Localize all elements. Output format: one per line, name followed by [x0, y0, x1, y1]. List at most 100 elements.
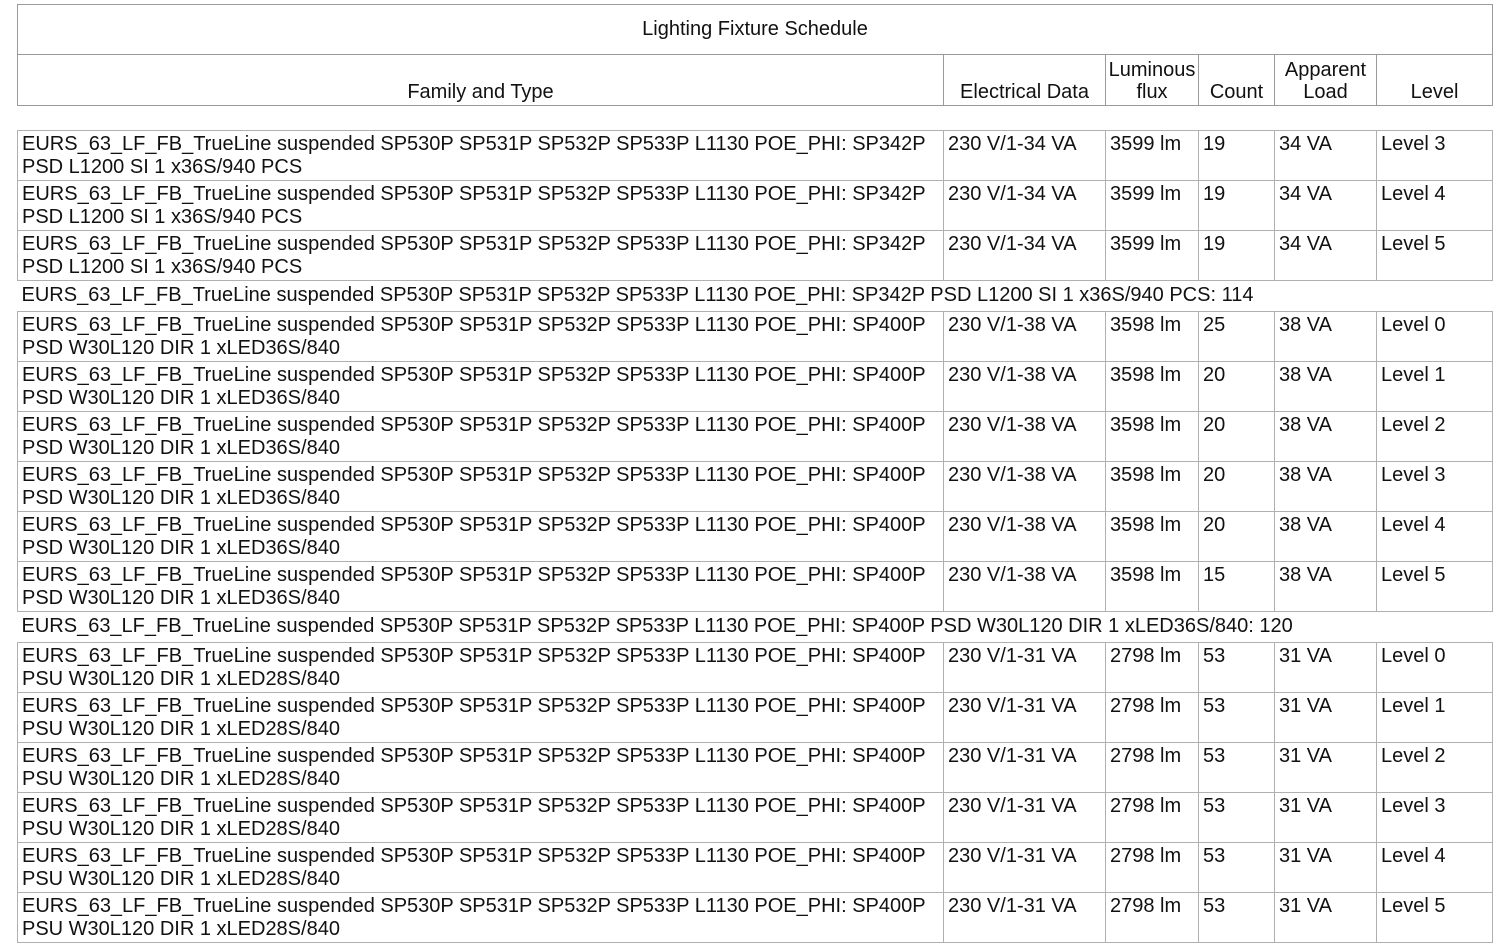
- cell-electrical-data: 230 V/1-34 VA: [943, 230, 1106, 281]
- cell-apparent-load: 31 VA: [1274, 892, 1377, 943]
- cell-luminous-flux: 2798 lm: [1105, 742, 1199, 793]
- table-row: EURS_63_LF_FB_TrueLine suspended SP530P …: [17, 511, 1493, 562]
- cell-family-and-type: EURS_63_LF_FB_TrueLine suspended SP530P …: [17, 230, 944, 281]
- column-header-family: Family and Type: [17, 54, 944, 106]
- cell-luminous-flux: 2798 lm: [1105, 642, 1199, 693]
- cell-luminous-flux: 3598 lm: [1105, 361, 1199, 412]
- cell-electrical-data: 230 V/1-31 VA: [943, 642, 1106, 693]
- cell-family-and-type: EURS_63_LF_FB_TrueLine suspended SP530P …: [17, 742, 944, 793]
- cell-level: Level 4: [1376, 180, 1493, 231]
- table-row: EURS_63_LF_FB_TrueLine suspended SP530P …: [17, 411, 1493, 462]
- column-header-load: Apparent Load: [1274, 54, 1377, 106]
- schedule-header: Lighting Fixture Schedule Family and Typ…: [16, 4, 1494, 106]
- cell-apparent-load: 31 VA: [1274, 842, 1377, 893]
- group-subtotal-row: EURS_63_LF_FB_TrueLine suspended SP530P …: [17, 611, 1493, 643]
- cell-count: 53: [1198, 692, 1275, 743]
- cell-luminous-flux: 2798 lm: [1105, 842, 1199, 893]
- table-row: EURS_63_LF_FB_TrueLine suspended SP530P …: [17, 130, 1493, 181]
- table-row: EURS_63_LF_FB_TrueLine suspended SP530P …: [17, 842, 1493, 893]
- cell-count: 19: [1198, 180, 1275, 231]
- cell-family-and-type: EURS_63_LF_FB_TrueLine suspended SP530P …: [17, 842, 944, 893]
- cell-apparent-load: 31 VA: [1274, 642, 1377, 693]
- cell-count: 53: [1198, 842, 1275, 893]
- cell-count: 53: [1198, 792, 1275, 843]
- table-row: EURS_63_LF_FB_TrueLine suspended SP530P …: [17, 792, 1493, 843]
- cell-apparent-load: 38 VA: [1274, 411, 1377, 462]
- cell-family-and-type: EURS_63_LF_FB_TrueLine suspended SP530P …: [17, 311, 944, 362]
- cell-count: 19: [1198, 130, 1275, 181]
- cell-family-and-type: EURS_63_LF_FB_TrueLine suspended SP530P …: [17, 642, 944, 693]
- cell-luminous-flux: 3599 lm: [1105, 130, 1199, 181]
- cell-level: Level 1: [1376, 692, 1493, 743]
- cell-electrical-data: 230 V/1-31 VA: [943, 742, 1106, 793]
- cell-count: 20: [1198, 461, 1275, 512]
- cell-family-and-type: EURS_63_LF_FB_TrueLine suspended SP530P …: [17, 792, 944, 843]
- cell-count: 15: [1198, 561, 1275, 612]
- schedule-body: EURS_63_LF_FB_TrueLine suspended SP530P …: [17, 130, 1493, 943]
- cell-luminous-flux: 3598 lm: [1105, 561, 1199, 612]
- cell-electrical-data: 230 V/1-38 VA: [943, 511, 1106, 562]
- cell-count: 53: [1198, 892, 1275, 943]
- cell-count: 20: [1198, 511, 1275, 562]
- cell-apparent-load: 34 VA: [1274, 230, 1377, 281]
- cell-apparent-load: 38 VA: [1274, 561, 1377, 612]
- cell-family-and-type: EURS_63_LF_FB_TrueLine suspended SP530P …: [17, 461, 944, 512]
- cell-electrical-data: 230 V/1-38 VA: [943, 561, 1106, 612]
- table-row: EURS_63_LF_FB_TrueLine suspended SP530P …: [17, 361, 1493, 412]
- cell-luminous-flux: 3598 lm: [1105, 411, 1199, 462]
- cell-family-and-type: EURS_63_LF_FB_TrueLine suspended SP530P …: [17, 361, 944, 412]
- cell-electrical-data: 230 V/1-31 VA: [943, 892, 1106, 943]
- cell-electrical-data: 230 V/1-31 VA: [943, 842, 1106, 893]
- cell-family-and-type: EURS_63_LF_FB_TrueLine suspended SP530P …: [17, 511, 944, 562]
- cell-luminous-flux: 3598 lm: [1105, 461, 1199, 512]
- cell-apparent-load: 31 VA: [1274, 742, 1377, 793]
- cell-level: Level 0: [1376, 642, 1493, 693]
- cell-level: Level 5: [1376, 230, 1493, 281]
- cell-apparent-load: 38 VA: [1274, 511, 1377, 562]
- cell-electrical-data: 230 V/1-34 VA: [943, 130, 1106, 181]
- cell-electrical-data: 230 V/1-31 VA: [943, 692, 1106, 743]
- cell-count: 53: [1198, 742, 1275, 793]
- cell-apparent-load: 38 VA: [1274, 311, 1377, 362]
- cell-count: 19: [1198, 230, 1275, 281]
- cell-apparent-load: 34 VA: [1274, 130, 1377, 181]
- cell-apparent-load: 34 VA: [1274, 180, 1377, 231]
- cell-luminous-flux: 2798 lm: [1105, 892, 1199, 943]
- cell-electrical-data: 230 V/1-38 VA: [943, 361, 1106, 412]
- cell-count: 25: [1198, 311, 1275, 362]
- cell-level: Level 2: [1376, 742, 1493, 793]
- group-subtotal-label: EURS_63_LF_FB_TrueLine suspended SP530P …: [17, 280, 1493, 312]
- cell-electrical-data: 230 V/1-38 VA: [943, 411, 1106, 462]
- group-subtotal-row: EURS_63_LF_FB_TrueLine suspended SP530P …: [17, 280, 1493, 312]
- table-row: EURS_63_LF_FB_TrueLine suspended SP530P …: [17, 461, 1493, 512]
- cell-level: Level 2: [1376, 411, 1493, 462]
- table-row: EURS_63_LF_FB_TrueLine suspended SP530P …: [17, 692, 1493, 743]
- cell-count: 20: [1198, 361, 1275, 412]
- cell-level: Level 0: [1376, 311, 1493, 362]
- cell-level: Level 5: [1376, 892, 1493, 943]
- cell-electrical-data: 230 V/1-34 VA: [943, 180, 1106, 231]
- cell-apparent-load: 38 VA: [1274, 461, 1377, 512]
- cell-luminous-flux: 3599 lm: [1105, 180, 1199, 231]
- cell-family-and-type: EURS_63_LF_FB_TrueLine suspended SP530P …: [17, 892, 944, 943]
- cell-family-and-type: EURS_63_LF_FB_TrueLine suspended SP530P …: [17, 411, 944, 462]
- cell-luminous-flux: 3599 lm: [1105, 230, 1199, 281]
- cell-apparent-load: 31 VA: [1274, 692, 1377, 743]
- column-header-electrical: Electrical Data: [943, 54, 1106, 106]
- cell-electrical-data: 230 V/1-38 VA: [943, 311, 1106, 362]
- cell-luminous-flux: 3598 lm: [1105, 511, 1199, 562]
- table-row: EURS_63_LF_FB_TrueLine suspended SP530P …: [17, 180, 1493, 231]
- cell-count: 20: [1198, 411, 1275, 462]
- cell-apparent-load: 38 VA: [1274, 361, 1377, 412]
- cell-apparent-load: 31 VA: [1274, 792, 1377, 843]
- table-row: EURS_63_LF_FB_TrueLine suspended SP530P …: [17, 742, 1493, 793]
- group-subtotal-label: EURS_63_LF_FB_TrueLine suspended SP530P …: [17, 611, 1493, 643]
- cell-level: Level 5: [1376, 561, 1493, 612]
- cell-level: Level 4: [1376, 842, 1493, 893]
- table-row: EURS_63_LF_FB_TrueLine suspended SP530P …: [17, 230, 1493, 281]
- cell-level: Level 3: [1376, 792, 1493, 843]
- table-row: EURS_63_LF_FB_TrueLine suspended SP530P …: [17, 311, 1493, 362]
- table-row: EURS_63_LF_FB_TrueLine suspended SP530P …: [17, 892, 1493, 943]
- cell-level: Level 3: [1376, 461, 1493, 512]
- cell-level: Level 1: [1376, 361, 1493, 412]
